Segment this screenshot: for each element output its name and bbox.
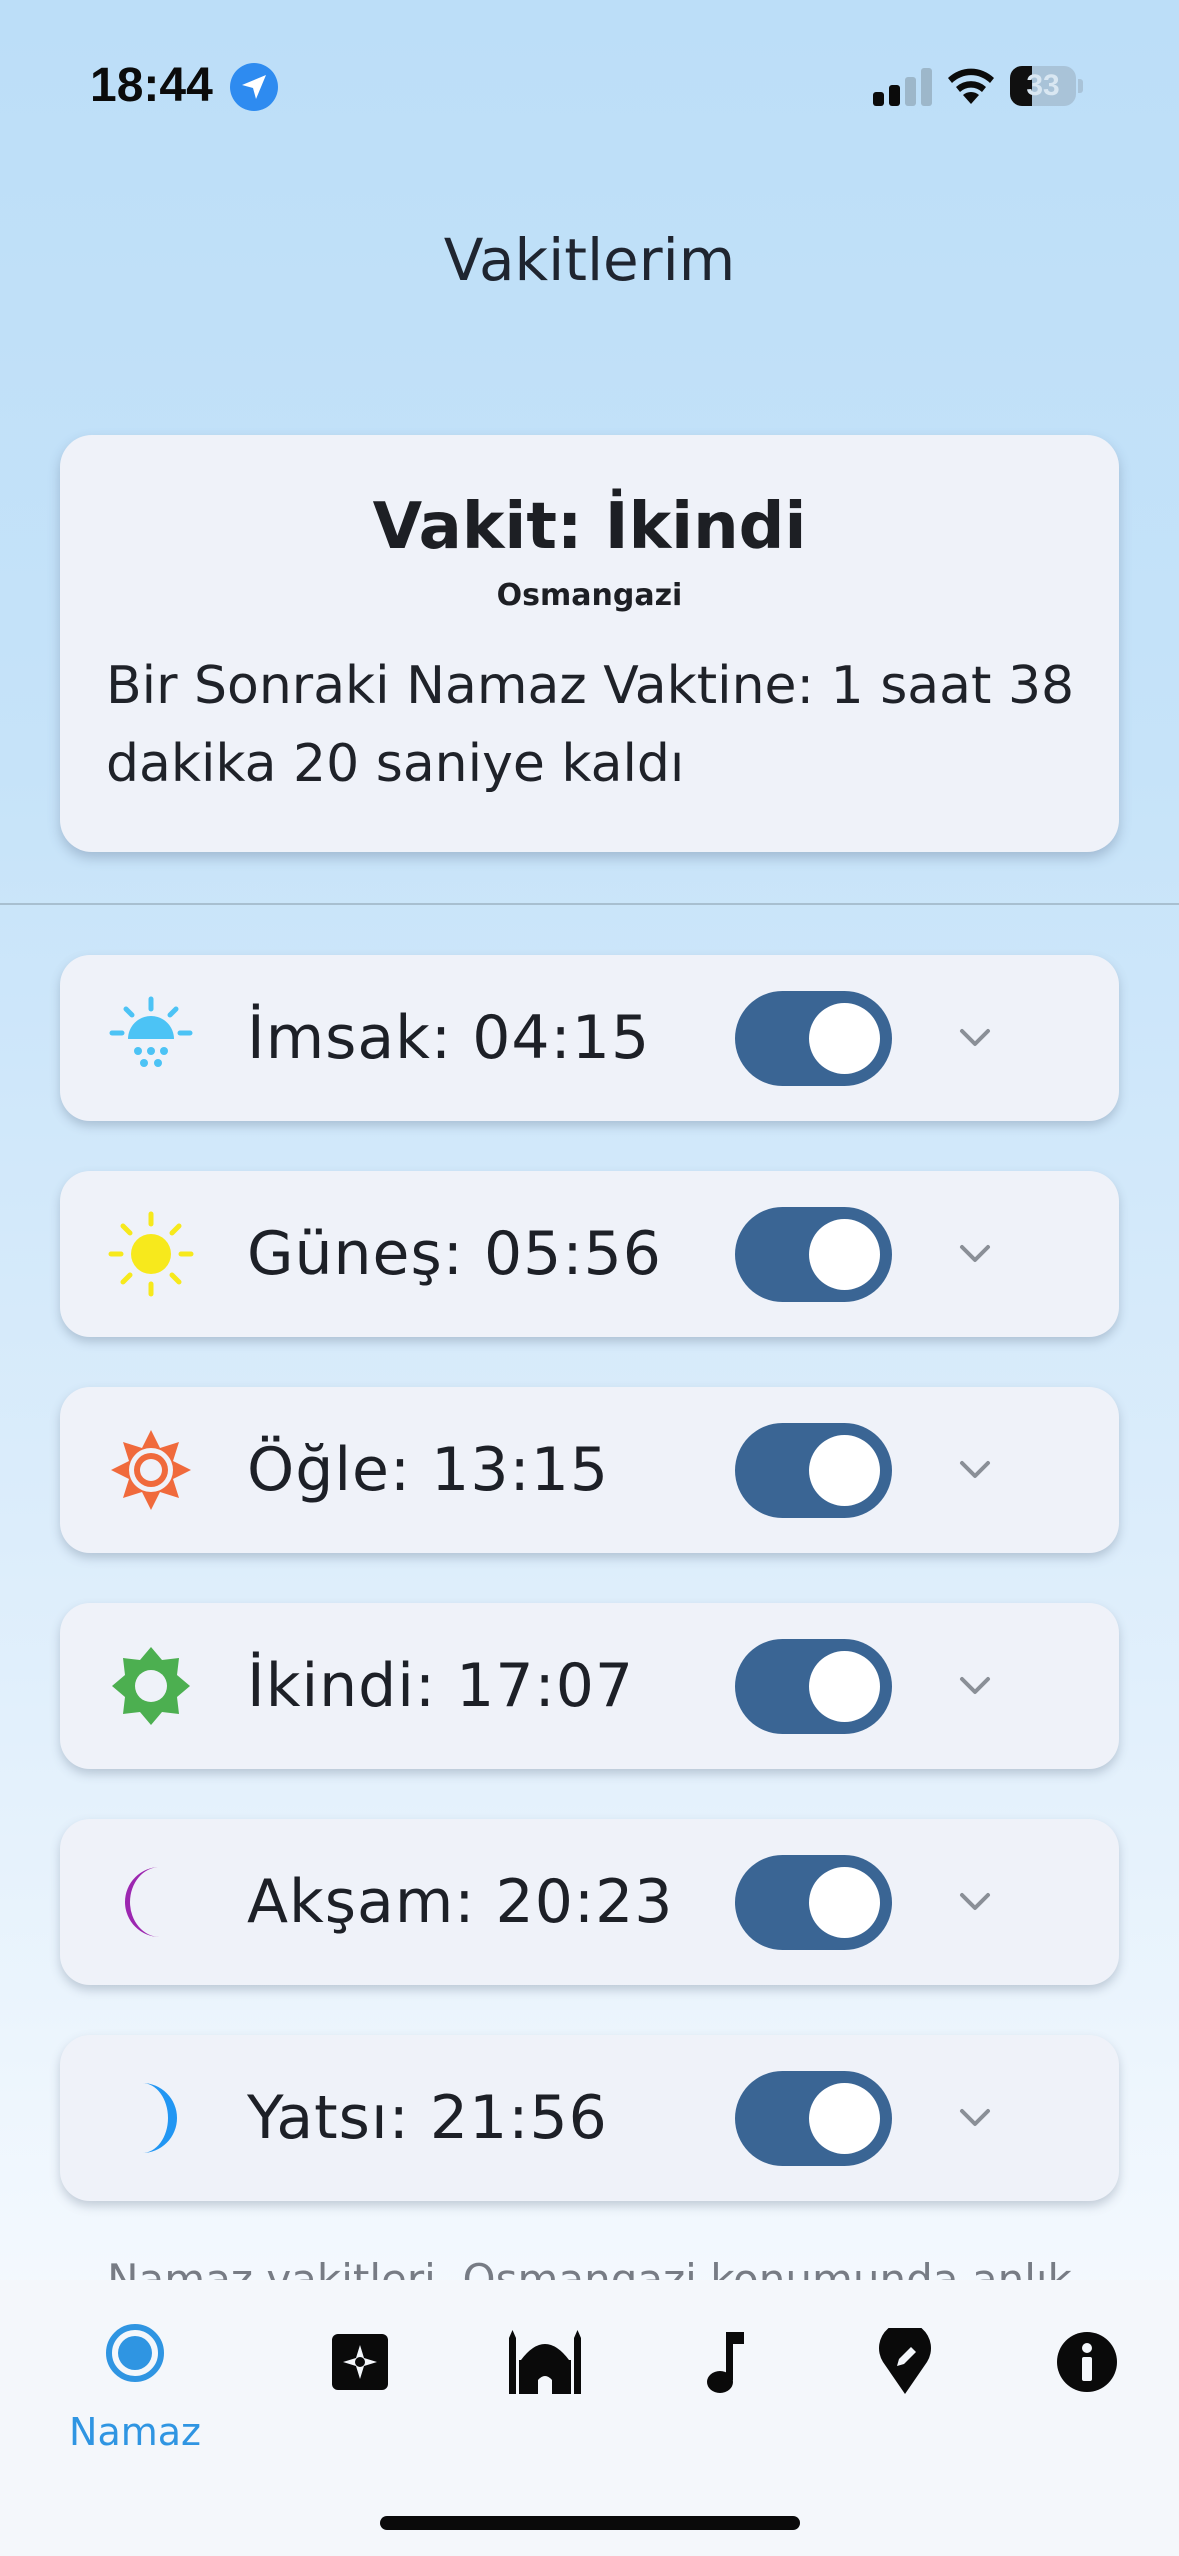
chevron-down-icon[interactable] xyxy=(950,2093,1000,2143)
chevron-down-icon[interactable] xyxy=(950,1229,1000,1279)
prayer-row-yatsi: Yatsı: 21:56 xyxy=(60,2035,1119,2201)
noon-sun-icon xyxy=(111,1430,191,1510)
prayer-row-ikindi: İkindi: 17:07 xyxy=(60,1603,1119,1769)
mosque-icon xyxy=(509,2330,581,2394)
page-title: Vakitlerim xyxy=(443,226,736,294)
next-prayer-countdown: Bir Sonraki Namaz Vaktine: 1 saat 38 dak… xyxy=(106,656,1075,794)
tab-location[interactable] xyxy=(845,2310,965,2450)
bottom-tab-bar: Namaz xyxy=(0,2280,1179,2556)
toggle-knob xyxy=(809,1435,880,1506)
section-divider xyxy=(0,903,1179,905)
chevron-down-icon[interactable] xyxy=(950,1445,1000,1495)
location-arrow-icon xyxy=(230,63,278,111)
night-moon-icon xyxy=(142,2083,177,2153)
notification-toggle[interactable] xyxy=(735,1855,892,1950)
cellular-signal-icon xyxy=(873,68,933,106)
prayer-time-label: İmsak: 04:15 xyxy=(247,1003,651,1073)
prayer-row-imsak: İmsak: 04:15 xyxy=(60,955,1119,1121)
prayer-time-label: İkindi: 17:07 xyxy=(247,1651,635,1721)
chevron-down-icon[interactable] xyxy=(950,1661,1000,1711)
location-pin-icon xyxy=(879,2328,931,2394)
notification-toggle[interactable] xyxy=(735,2071,892,2166)
toggle-knob xyxy=(809,1003,880,1074)
afternoon-sun-icon xyxy=(112,1647,190,1725)
prayer-time-label: Öğle: 13:15 xyxy=(247,1435,610,1505)
tab-music[interactable] xyxy=(665,2310,785,2450)
notification-toggle[interactable] xyxy=(735,1207,892,1302)
tab-label: Namaz xyxy=(69,2410,201,2454)
tab-mosque[interactable] xyxy=(485,2310,605,2450)
tab-namaz[interactable]: Namaz xyxy=(69,2310,201,2454)
notification-toggle[interactable] xyxy=(735,1639,892,1734)
crescent-moon-icon xyxy=(125,1867,160,1937)
notification-toggle[interactable] xyxy=(735,991,892,1086)
chevron-down-icon[interactable] xyxy=(950,1013,1000,1063)
sunrise-icon xyxy=(109,996,193,1067)
tab-qibla[interactable] xyxy=(300,2310,420,2450)
music-note-icon xyxy=(707,2332,744,2393)
status-time: 18:44 xyxy=(90,59,213,112)
wifi-icon xyxy=(948,68,994,104)
prayer-time-label: Güneş: 05:56 xyxy=(247,1219,662,1289)
current-location: Osmangazi xyxy=(496,578,683,613)
home-indicator xyxy=(380,2516,800,2530)
info-icon xyxy=(1057,2332,1117,2392)
current-prayer-card: Vakit: İkindi Osmangazi Bir Sonraki Nama… xyxy=(60,435,1119,852)
tab-info[interactable] xyxy=(1028,2310,1148,2450)
toggle-knob xyxy=(809,1867,880,1938)
current-prayer-title: Vakit: İkindi xyxy=(372,490,807,564)
chevron-down-icon[interactable] xyxy=(950,1877,1000,1927)
prayer-row-ogle: Öğle: 13:15 xyxy=(60,1387,1119,1553)
prayer-row-aksam: Akşam: 20:23 xyxy=(60,1819,1119,1985)
battery-level: 33 xyxy=(1026,69,1060,102)
prayer-ring-icon xyxy=(106,2324,164,2382)
qibla-icon xyxy=(332,2334,388,2390)
toggle-knob xyxy=(809,1219,880,1290)
prayer-time-label: Akşam: 20:23 xyxy=(247,1867,674,1937)
notification-toggle[interactable] xyxy=(735,1423,892,1518)
toggle-knob xyxy=(809,2083,880,2154)
toggle-knob xyxy=(809,1651,880,1722)
prayer-time-label: Yatsı: 21:56 xyxy=(247,2083,608,2153)
sun-icon xyxy=(108,1211,194,1297)
prayer-row-gunes: Güneş: 05:56 xyxy=(60,1171,1119,1337)
status-bar: 18:44 33 xyxy=(0,0,1179,175)
battery-icon: 33 xyxy=(1010,66,1083,106)
